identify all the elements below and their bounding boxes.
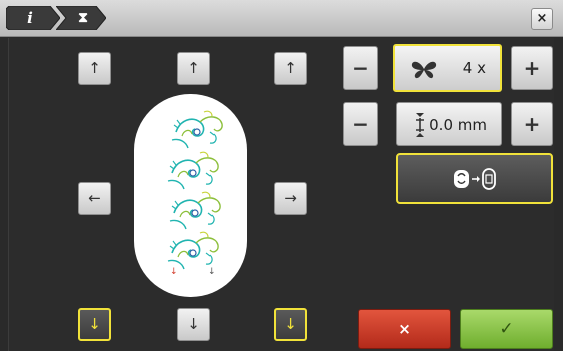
- repeat-stitch-icon: ⧗: [78, 10, 88, 26]
- hoop-to-design-button[interactable]: [396, 153, 553, 204]
- spacing-decrease-button[interactable]: −: [343, 102, 378, 146]
- hoop-preview: ↓ ↓: [134, 94, 247, 297]
- repeat-count-display[interactable]: 4 x: [393, 44, 502, 92]
- spacing-value: 0.0 mm: [429, 116, 487, 134]
- breadcrumb-info[interactable]: i: [6, 6, 60, 30]
- title-bar: i ⧗ ×: [0, 0, 563, 37]
- repeat-decrease-button[interactable]: −: [343, 46, 378, 90]
- breadcrumb-repeat[interactable]: ⧗: [56, 6, 106, 30]
- design-motif-3: [169, 191, 221, 230]
- design-motif-2: [167, 151, 219, 190]
- design-motif-4: [167, 231, 219, 270]
- confirm-button[interactable]: ✓: [460, 309, 553, 349]
- start-point-marker: ↓: [170, 267, 178, 277]
- embroidery-edit-screen: i ⧗ × ↑ ↑ ↑ ← → ↓ ↓ ↓ ↓ ↓ − 4 x + − 0.0 …: [0, 0, 563, 351]
- vertical-spacing-icon: [413, 111, 427, 143]
- move-up-left-button[interactable]: ↑: [78, 52, 111, 85]
- move-down-button[interactable]: ↓: [177, 308, 210, 341]
- hoop-to-design-icon: [454, 168, 496, 190]
- move-left-button[interactable]: ←: [78, 182, 111, 215]
- repeat-count-value: 4 x: [462, 59, 486, 77]
- move-right-button[interactable]: →: [274, 182, 307, 215]
- butterfly-icon: [411, 58, 437, 84]
- info-icon: i: [27, 9, 33, 27]
- repeat-increase-button[interactable]: +: [511, 46, 553, 90]
- cancel-button[interactable]: ×: [358, 309, 451, 349]
- spacing-increase-button[interactable]: +: [511, 102, 553, 146]
- spacing-display[interactable]: 0.0 mm: [396, 102, 502, 146]
- close-button[interactable]: ×: [531, 8, 553, 30]
- move-down-left-button[interactable]: ↓: [78, 308, 111, 341]
- end-point-marker: ↓: [208, 267, 216, 277]
- design-motif-1: [171, 110, 223, 149]
- move-up-button[interactable]: ↑: [177, 52, 210, 85]
- repeated-design-preview: ↓ ↓: [167, 110, 223, 277]
- move-down-right-button[interactable]: ↓: [274, 308, 307, 341]
- move-up-right-button[interactable]: ↑: [274, 52, 307, 85]
